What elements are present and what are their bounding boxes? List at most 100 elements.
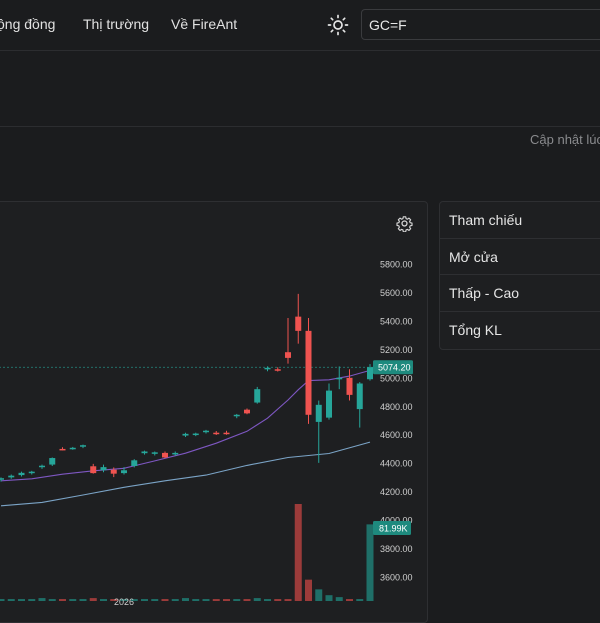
- price-tick-label: 5600.00: [380, 288, 413, 298]
- candle-body: [28, 471, 35, 474]
- total-volume-label: Tổng KL: [449, 321, 502, 338]
- candle-body: [336, 377, 343, 380]
- info-row-total-volume: Tổng KL: [440, 312, 600, 349]
- candle: [254, 386, 261, 404]
- candle-body: [0, 478, 4, 480]
- volume-bar: [18, 599, 25, 601]
- info-row-low-high: Thấp - Cao: [440, 275, 600, 312]
- candle-body: [151, 452, 158, 454]
- candle: [69, 446, 76, 450]
- candle: [285, 318, 291, 364]
- candle-body: [39, 465, 45, 468]
- volume-bar: [79, 599, 87, 601]
- price-chart-panel[interactable]: 5800.00 5600.00 5400.00 5200.00 5000.00 4800.…: [0, 201, 428, 623]
- candle-body: [356, 383, 363, 410]
- volume-bar: [141, 599, 148, 601]
- reference-price-label: Tham chiếu: [449, 212, 523, 228]
- time-tick-label: 2026: [114, 597, 134, 607]
- volume-bars: [0, 504, 374, 601]
- candle: [346, 369, 353, 401]
- candle: [315, 400, 322, 463]
- candle-body: [121, 470, 127, 474]
- volume-bar: [356, 599, 364, 601]
- price-tick-label: 5400.00: [380, 316, 413, 326]
- volume-bar: [202, 599, 210, 601]
- candle-body: [141, 451, 148, 454]
- info-row-open: Mở cửa: [440, 239, 600, 275]
- candle-body: [110, 469, 117, 474]
- candle-body: [182, 433, 189, 436]
- last-price-label: 5074.20: [378, 363, 411, 373]
- volume-label: 81.99K: [379, 523, 408, 533]
- volume-bar: [274, 599, 282, 601]
- candle-body: [131, 460, 138, 466]
- candle-body: [274, 369, 281, 371]
- candle-body: [213, 432, 220, 435]
- price-tick-label: 4400.00: [380, 459, 413, 469]
- candle-body: [172, 452, 179, 455]
- info-row-reference: Tham chiếu: [440, 202, 600, 239]
- price-tick-label: 5200.00: [380, 345, 413, 355]
- candle: [233, 413, 240, 419]
- candle: [295, 293, 302, 344]
- volume-bar: [243, 599, 251, 601]
- candle-body: [223, 432, 230, 435]
- volume-bar: [161, 599, 169, 601]
- quote-header-area: [0, 51, 600, 127]
- candle-body: [264, 367, 271, 370]
- volume-bar: [7, 599, 15, 601]
- updated-time-label: Cập nhật lúc: [530, 132, 600, 147]
- candle-body: [233, 414, 240, 417]
- candle-body: [100, 467, 107, 471]
- search-input[interactable]: [369, 16, 589, 34]
- search-box[interactable]: [361, 9, 600, 40]
- candle: [162, 451, 168, 459]
- volume-bar: [294, 504, 302, 601]
- candle: [90, 463, 97, 474]
- candle: [192, 432, 199, 437]
- volume-bar: [171, 599, 179, 601]
- candle-body: [49, 458, 56, 465]
- candle-body: [80, 445, 86, 447]
- candle-body: [192, 433, 199, 436]
- gear-icon: [396, 216, 413, 233]
- low-high-label: Thấp - Cao: [449, 285, 520, 301]
- candle: [182, 432, 189, 437]
- volume-bar: [366, 524, 374, 601]
- candle-body: [8, 475, 15, 478]
- volume-bar: [264, 599, 271, 601]
- price-tick-label: 3800.00: [380, 544, 413, 554]
- candle: [28, 470, 35, 475]
- volume-bar: [48, 599, 56, 601]
- candle-body: [367, 367, 373, 380]
- candle: [49, 457, 56, 466]
- candle: [264, 366, 271, 372]
- volume-bar: [305, 579, 312, 601]
- candle: [367, 364, 373, 381]
- candle-body: [18, 472, 25, 476]
- nav-about-fireant[interactable]: Về FireAnt: [171, 16, 237, 32]
- candle: [80, 444, 86, 449]
- candle-body: [285, 352, 291, 358]
- candle-body: [295, 316, 302, 331]
- nav-market[interactable]: Thị trường: [83, 16, 149, 32]
- nav-community[interactable]: ộng đồng: [0, 16, 55, 32]
- candle-body: [254, 389, 261, 403]
- candle: [326, 383, 332, 420]
- price-tick-label: 4600.00: [380, 430, 413, 440]
- volume-bar: [28, 599, 36, 601]
- candle-body: [59, 448, 66, 451]
- candle-body: [315, 404, 322, 422]
- candlestick-chart[interactable]: 5800.00 5600.00 5400.00 5200.00 5000.00 4800.…: [0, 202, 427, 622]
- theme-toggle-button[interactable]: [326, 13, 350, 37]
- volume-bar: [69, 599, 77, 601]
- chart-settings-button[interactable]: [396, 215, 413, 233]
- volume-bar: [59, 599, 66, 601]
- volume-bar: [223, 599, 230, 601]
- candle-body: [203, 430, 209, 433]
- volume-bar: [233, 599, 241, 601]
- candle-body: [326, 390, 332, 418]
- candles: [0, 293, 373, 482]
- candle: [18, 471, 25, 477]
- axis-tags: 5074.20 81.99K: [373, 360, 413, 535]
